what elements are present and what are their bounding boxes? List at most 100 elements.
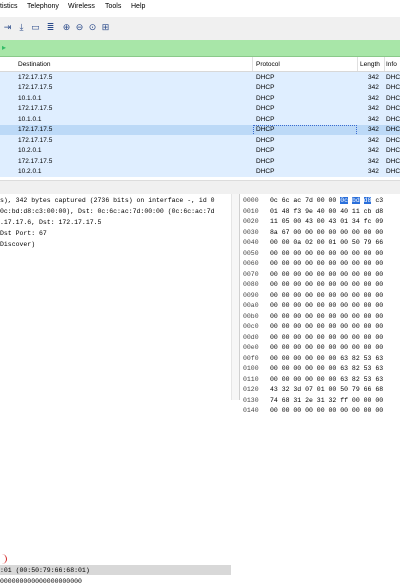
hex-offset: 0070 bbox=[243, 270, 259, 278]
hex-bytes: 00 00 00 00 00 00 00 00 00 00 bbox=[270, 281, 384, 288]
hex-bytes: 00 00 00 00 00 00 00 00 00 00 bbox=[270, 312, 384, 320]
detail-padding-line[interactable]: 000000000000000000000 bbox=[0, 578, 82, 585]
hex-offset: 0000 bbox=[243, 197, 259, 204]
detail-client-mac-line[interactable]: :01 (00:50:79:66:68:01) bbox=[0, 567, 90, 574]
hex-bytes: 00 00 0a 02 00 01 00 50 79 66 bbox=[270, 239, 384, 246]
packet-row[interactable]: 10.1.0.1 DHCP 342 DHCF bbox=[0, 114, 400, 125]
packet-row[interactable]: 172.17.17.5DHCP342DHCF bbox=[0, 135, 400, 146]
packet-row[interactable]: 10.2.0.1 DHCP 342 DHCF bbox=[0, 145, 400, 156]
menu-wireless[interactable]: Wireless bbox=[68, 3, 95, 10]
packet-info: DHCF bbox=[386, 157, 400, 165]
packet-row[interactable]: 172.17.17.5 DHCP 342 DHCF bbox=[0, 156, 400, 167]
annotation-marker bbox=[0, 554, 7, 564]
hex-offset: 0060 bbox=[243, 260, 259, 267]
detail-udp-line[interactable]: Dst Port: 67 bbox=[0, 230, 47, 237]
col-protocol[interactable]: Protocol bbox=[256, 61, 280, 68]
packet-row[interactable]: 172.17.17.5DHCP342DHCF bbox=[0, 103, 400, 114]
packet-length: 342 bbox=[368, 73, 379, 81]
col-destination[interactable]: Destination bbox=[18, 61, 51, 68]
packet-length: 342 bbox=[368, 136, 379, 144]
packet-row[interactable]: 172.17.17.5DHCP342DHCF bbox=[0, 72, 400, 83]
hex-bytes: 00 00 00 00 00 00 00 00 00 00 bbox=[270, 407, 384, 414]
hex-bytes: 00 00 00 00 00 00 00 00 00 00 bbox=[270, 260, 384, 267]
hex-offset: 0140 bbox=[243, 407, 259, 414]
packet-row[interactable]: 10.1.0.1 DHCP 342 DHCF bbox=[0, 93, 400, 104]
hex-bytes: 74 68 31 2e 31 32 ff 00 00 00 bbox=[270, 396, 384, 404]
col-length[interactable]: Length bbox=[360, 61, 380, 68]
pane-divider[interactable] bbox=[0, 180, 400, 195]
packet-protocol: DHCP bbox=[256, 105, 275, 112]
hex-offset: 0040 bbox=[243, 239, 259, 246]
hex-offset: 00e0 bbox=[243, 344, 259, 351]
packet-protocol: DHCP bbox=[256, 94, 275, 102]
packet-length: 342 bbox=[368, 94, 379, 102]
packet-info: DHCF bbox=[386, 73, 400, 81]
resize-columns-icon[interactable]: ⊞ bbox=[100, 22, 111, 33]
packet-destination: 10.2.0.1 bbox=[18, 147, 42, 154]
col-info[interactable]: Info bbox=[386, 61, 397, 68]
hex-bytes: 00 00 00 00 00 00 00 00 00 00 bbox=[270, 344, 384, 351]
packet-info: DHCF bbox=[386, 168, 400, 175]
hex-bytes: 00 00 00 00 00 00 00 00 00 00 bbox=[270, 270, 384, 278]
hex-bytes: 00 00 00 00 00 00 00 00 00 00 bbox=[270, 249, 384, 257]
details-scrollbar[interactable] bbox=[231, 194, 239, 400]
go-last-icon[interactable]: ⤓ bbox=[16, 22, 27, 33]
packet-protocol: DHCP bbox=[256, 136, 275, 144]
detail-frame-line[interactable]: s), 342 bytes captured (2736 bits) on in… bbox=[0, 197, 215, 204]
packet-info: DHCF bbox=[386, 126, 400, 133]
hex-offset: 00a0 bbox=[243, 302, 259, 309]
pkt-arrow-icon[interactable]: ⇥ bbox=[2, 22, 13, 33]
menu-telephony[interactable]: Telephony bbox=[27, 3, 59, 10]
zoom-in-icon[interactable]: ⊕ bbox=[61, 22, 72, 33]
packet-info: DHCF bbox=[386, 94, 400, 102]
hex-offset: 00f0 bbox=[243, 354, 259, 362]
packet-info: DHCF bbox=[386, 105, 400, 112]
packet-destination: 10.1.0.1 bbox=[18, 115, 42, 123]
colorize-icon[interactable]: ≣ bbox=[45, 22, 56, 33]
hex-bytes: 00 00 00 00 00 00 63 82 53 63 bbox=[270, 375, 384, 383]
zoom-normal-icon[interactable]: ⊙ bbox=[87, 22, 98, 33]
packet-length: 342 bbox=[368, 157, 379, 165]
packet-destination: 172.17.17.5 bbox=[18, 105, 53, 112]
packet-info: DHCF bbox=[386, 84, 400, 91]
hex-bytes: 11 05 00 43 00 43 01 34 fc 09 bbox=[270, 218, 384, 225]
menu-statistics[interactable]: tistics bbox=[0, 3, 18, 10]
hex-offset: 00d0 bbox=[243, 333, 259, 341]
packet-destination: 172.17.17.5 bbox=[18, 157, 53, 165]
packet-destination: 172.17.17.5 bbox=[18, 84, 53, 91]
detail-ip-line[interactable]: .17.17.6, Dst: 172.17.17.5 bbox=[0, 219, 101, 226]
packet-info: DHCF bbox=[386, 115, 400, 123]
focus-box bbox=[253, 124, 357, 136]
menu-bar: tistics Telephony Wireless Tools Help bbox=[0, 0, 400, 17]
packet-protocol: DHCP bbox=[256, 157, 275, 165]
hex-offset: 0110 bbox=[243, 375, 259, 383]
filter-bookmark-icon[interactable]: ▸ bbox=[2, 43, 6, 52]
hex-offset: 0120 bbox=[243, 386, 259, 393]
zoom-out-icon[interactable]: ⊖ bbox=[74, 22, 85, 33]
packet-destination: 172.17.17.5 bbox=[18, 126, 53, 133]
packet-length: 342 bbox=[368, 126, 379, 133]
hex-bytes: 43 32 3d 07 01 00 50 79 66 68 bbox=[270, 386, 384, 393]
detail-ethernet-line[interactable]: 0c:bd:d8:c3:00:00), Dst: 0c:6c:ac:7d:00:… bbox=[0, 208, 215, 215]
display-filter-bar[interactable]: ▸ bbox=[0, 40, 400, 57]
packet-row[interactable]: 10.2.0.1 DHCP 342 DHCF bbox=[0, 166, 400, 177]
menu-tools[interactable]: Tools bbox=[105, 3, 121, 10]
packet-row[interactable]: 172.17.17.5DHCP342DHCF bbox=[0, 82, 400, 93]
hex-bytes: 01 48 f3 9e 40 00 40 11 cb d8 bbox=[270, 207, 384, 215]
hex-bytes: 00 00 00 00 00 00 00 00 00 00 bbox=[270, 323, 384, 330]
hex-bytes: 00 00 00 00 00 00 63 82 53 63 bbox=[270, 354, 384, 362]
hex-bytes: 00 00 00 00 00 00 00 00 00 00 bbox=[270, 302, 384, 309]
menu-help[interactable]: Help bbox=[131, 3, 145, 10]
auto-scroll-icon[interactable]: ▭ bbox=[30, 22, 41, 33]
packet-protocol: DHCP bbox=[256, 115, 275, 123]
packet-length: 342 bbox=[368, 115, 379, 123]
packet-row[interactable]: 172.17.17.5DHCP342DHCF bbox=[0, 124, 400, 136]
hex-offset: 00c0 bbox=[243, 323, 259, 330]
packet-destination: 10.1.0.1 bbox=[18, 94, 42, 102]
hex-bytes: 0c 6c ac 7d 00 00 0c bd d8 c3 bbox=[270, 197, 384, 204]
detail-dhcp-line[interactable]: Discover) bbox=[0, 241, 35, 248]
hex-offset: 0020 bbox=[243, 218, 259, 225]
hex-offset: 0090 bbox=[243, 291, 259, 299]
packet-details: s), 342 bytes captured (2736 bits) on in… bbox=[0, 194, 239, 585]
packet-length: 342 bbox=[368, 84, 379, 91]
